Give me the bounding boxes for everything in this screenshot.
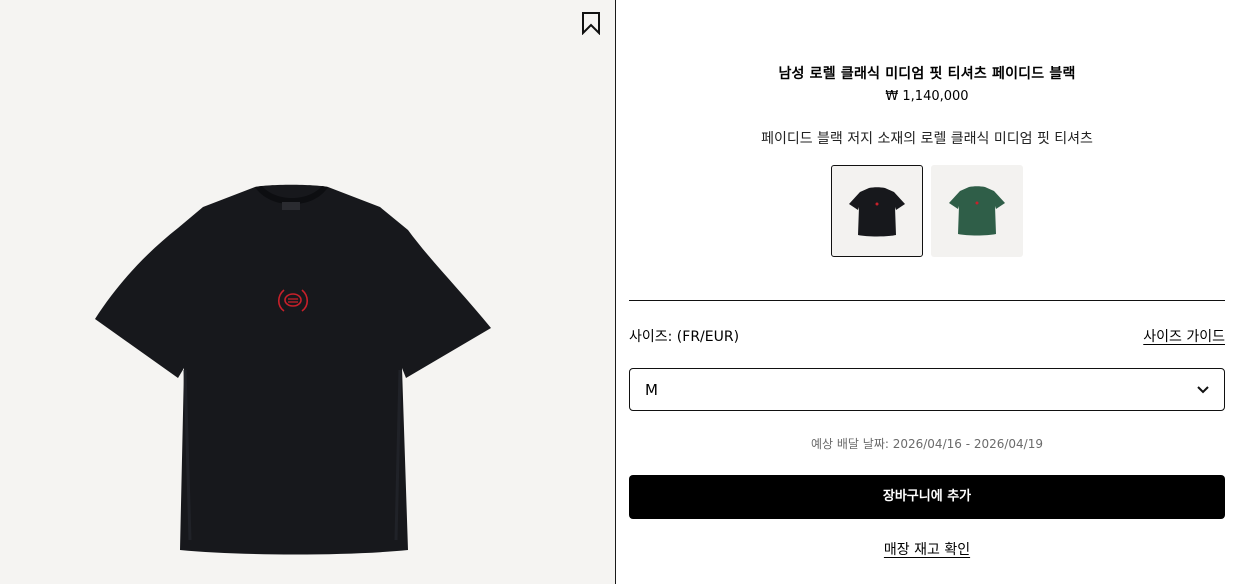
t-shirt-thumbnail-black — [849, 187, 905, 237]
size-select-value: M — [645, 381, 658, 399]
product-page: 남성 로렐 클래식 미디엄 핏 티셔츠 페이디드 블랙 ₩ 1,140,000 … — [0, 0, 1234, 584]
bookmark-icon[interactable] — [580, 11, 602, 35]
size-label: 사이즈: (FR/EUR) — [629, 329, 740, 345]
panel-divider — [615, 0, 616, 584]
size-select[interactable]: M — [629, 368, 1225, 411]
add-to-cart-button[interactable]: 장바구니에 추가 — [629, 475, 1225, 519]
check-store-stock: 매장 재고 확인 — [629, 539, 1225, 559]
product-gallery — [0, 0, 615, 584]
chevron-down-icon — [1197, 386, 1209, 394]
delivery-estimate: 예상 배달 날짜: 2026/04/16 - 2026/04/19 — [810, 437, 1043, 451]
product-title: 남성 로렐 클래식 미디엄 핏 티셔츠 페이디드 블랙 — [778, 66, 1076, 82]
product-price: ₩ 1,140,000 — [885, 89, 969, 104]
color-swatch-black[interactable] — [831, 165, 923, 257]
check-store-stock-link[interactable]: 매장 재고 확인 — [884, 542, 970, 558]
size-guide-link[interactable]: 사이즈 가이드 — [1143, 326, 1225, 346]
color-swatch-green[interactable] — [931, 165, 1023, 257]
section-divider — [629, 300, 1225, 301]
product-info-panel: 남성 로렐 클래식 미디엄 핏 티셔츠 페이디드 블랙 ₩ 1,140,000 … — [629, 0, 1225, 584]
t-shirt-thumbnail-green — [949, 186, 1005, 236]
product-description: 페이디드 블랙 저지 소재의 로렐 클래식 미디엄 핏 티셔츠 — [761, 131, 1093, 147]
t-shirt-image — [95, 184, 491, 555]
